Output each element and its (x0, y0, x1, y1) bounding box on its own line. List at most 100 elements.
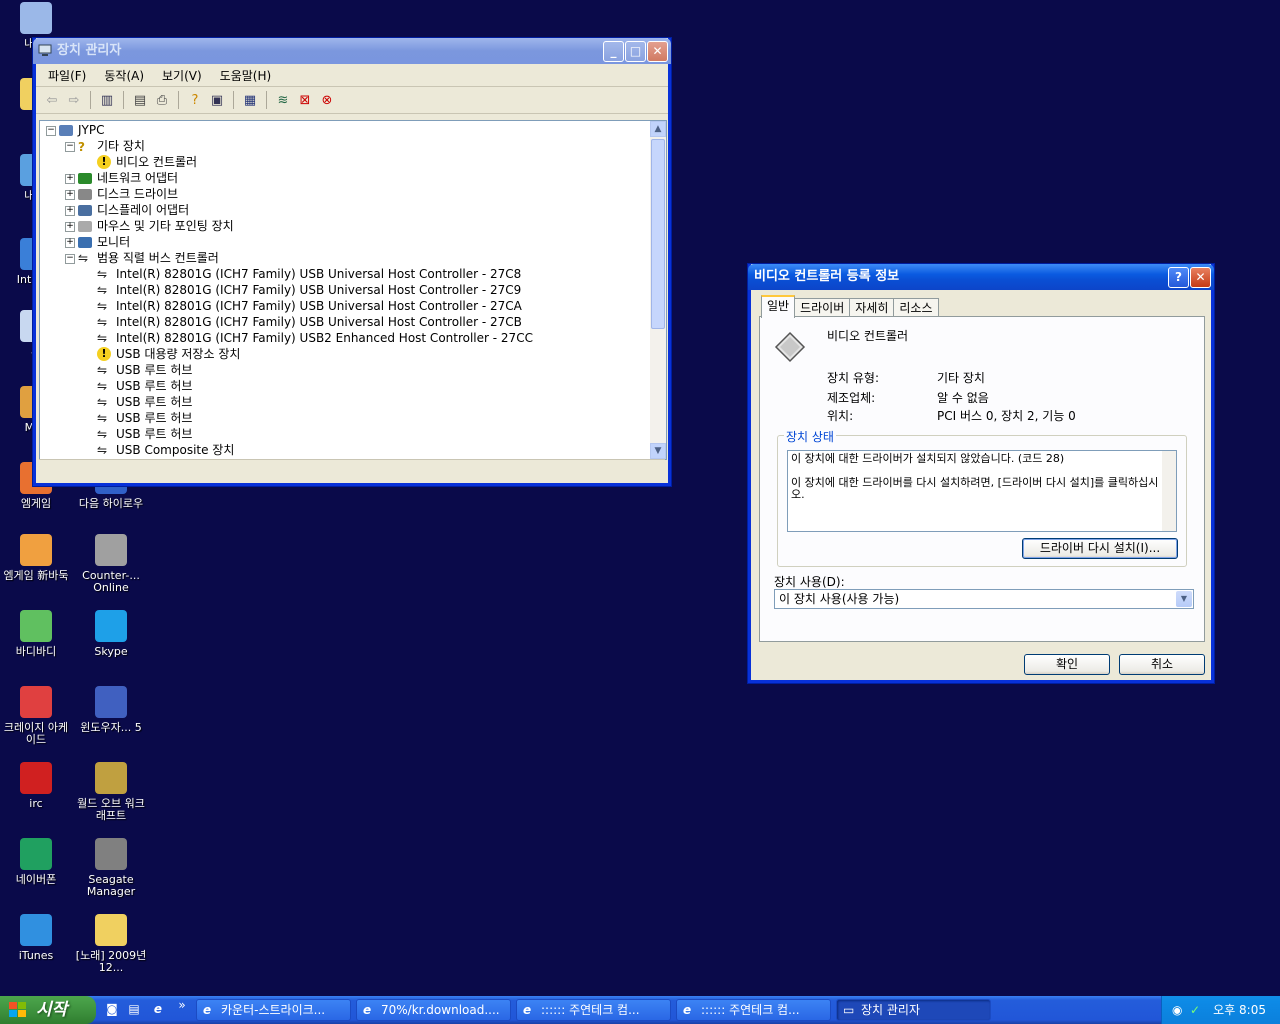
scroll-down-icon[interactable]: ▼ (650, 443, 666, 459)
desktop-icon[interactable]: 엠게임 新바둑 (0, 534, 72, 582)
tree-node[interactable]: ! USB 대용량 저장소 장치 (40, 346, 666, 362)
tab-details[interactable]: 자세히 (849, 298, 895, 317)
expand-icon[interactable]: + (65, 222, 75, 232)
tree-node[interactable]: + 네트워크 어댑터 (40, 170, 666, 186)
computer-icon (59, 125, 73, 136)
tree-node[interactable]: ⇋ Intel(R) 82801G (ICH7 Family) USB Unive… (40, 314, 666, 330)
scroll-up-icon[interactable]: ▲ (650, 121, 666, 137)
task-button-jooyon-2[interactable]: e:::::: 주연테크 컴... (676, 999, 831, 1021)
tree-node[interactable]: −? 기타 장치 (40, 138, 666, 154)
collapse-icon[interactable]: − (46, 126, 56, 136)
device-manager-titlebar[interactable]: 장치 관리자 _ □ ✕ (33, 38, 671, 64)
chevron-right-icon[interactable]: » (174, 998, 190, 1014)
task-button-download[interactable]: e 70%/kr.download.... (356, 999, 511, 1021)
back-icon[interactable]: ⇦ (42, 90, 62, 110)
view-icon[interactable]: ▣ (207, 90, 227, 110)
tab-general[interactable]: 일반 (761, 295, 796, 318)
usb-icon: ⇋ (97, 299, 108, 313)
collapse-icon[interactable]: − (65, 254, 75, 264)
tree-node[interactable]: + 디스크 드라이브 (40, 186, 666, 202)
properties-titlebar[interactable]: 비디오 컨트롤러 등록 정보 ? ✕ (748, 264, 1214, 290)
maximize-button[interactable]: □ (625, 41, 646, 62)
scan-hardware-icon[interactable]: ▦ (240, 90, 260, 110)
minimize-button[interactable]: _ (603, 41, 624, 62)
tree-node[interactable]: ⇋ Intel(R) 82801G (ICH7 Family) USB Unive… (40, 266, 666, 282)
desktop-icon[interactable]: iTunes (0, 914, 72, 962)
desktop-icon[interactable]: Counter-... Online (75, 534, 147, 594)
expand-icon[interactable]: + (65, 238, 75, 248)
task-label: :::::: 주연테크 컴... (541, 1003, 640, 1017)
task-button-counter-strike[interactable]: e 카운터-스트라이크... (196, 999, 351, 1021)
menu-help[interactable]: 도움말(H) (214, 67, 278, 84)
show-hide-tree-icon[interactable]: ▥ (97, 90, 117, 110)
desktop-icon[interactable]: 크레이지 아케이드 (0, 686, 72, 746)
update-driver-icon[interactable]: ≋ (273, 90, 293, 110)
menu-view[interactable]: 보기(V) (156, 67, 208, 84)
device-usage-select[interactable]: 이 장치 사용(사용 가능) ▼ (774, 589, 1194, 609)
disable-device-icon[interactable]: ⊠ (295, 90, 315, 110)
uninstall-device-icon[interactable]: ⊗ (317, 90, 337, 110)
tree-node[interactable]: + 디스플레이 어댑터 (40, 202, 666, 218)
task-button-jooyon-1[interactable]: e:::::: 주연테크 컴... (516, 999, 671, 1021)
usb-warning-icon: ! (97, 347, 111, 361)
quick-launch-icon[interactable]: ▤ (126, 1002, 142, 1018)
help-icon[interactable]: ? (185, 90, 205, 110)
expand-icon[interactable]: + (65, 174, 75, 184)
desktop-icon[interactable]: 윈도우자... 5 (75, 686, 147, 734)
device-status-textbox[interactable]: 이 장치에 대한 드라이버가 설치되지 않았습니다. (코드 28) 이 장치에… (787, 450, 1177, 532)
volume-icon[interactable]: ◉ (1172, 996, 1182, 1024)
tree-node-label: Intel(R) 82801G (ICH7 Family) USB2 Enhan… (116, 331, 533, 345)
expand-icon[interactable]: + (65, 190, 75, 200)
menu-action[interactable]: 동작(A) (98, 67, 150, 84)
tree-node[interactable]: ⇋ Intel(R) 82801G (ICH7 Family) USB Unive… (40, 298, 666, 314)
status-scrollbar[interactable] (1162, 451, 1176, 531)
desktop-icon[interactable]: Seagate Manager (75, 838, 147, 898)
desktop-icon[interactable]: Skype (75, 610, 147, 658)
tree-node[interactable]: ⇋ USB 루트 허브 (40, 394, 666, 410)
device-tree[interactable]: − JYPC −? 기타 장치! 비디오 컨트롤러 + 네트워크 어댑터 + 디스크 드라이브 +… (39, 120, 667, 460)
tree-node[interactable]: ⇋ USB 루트 허브 (40, 410, 666, 426)
collapse-icon[interactable]: − (65, 142, 75, 152)
tree-node[interactable]: ! 비디오 컨트롤러 (40, 154, 666, 170)
cancel-button[interactable]: 취소 (1119, 654, 1205, 675)
ok-button[interactable]: 확인 (1024, 654, 1110, 675)
tree-node[interactable]: + 마우스 및 기타 포인팅 장치 (40, 218, 666, 234)
tree-node[interactable]: ⇋ USB 루트 허브 (40, 426, 666, 442)
menu-file[interactable]: 파일(F) (42, 67, 92, 84)
device-name: 비디오 컨트롤러 (827, 329, 909, 343)
show-desktop-icon[interactable]: ◙ (104, 1002, 120, 1018)
tree-node[interactable]: ⇋ Intel(R) 82801G (ICH7 Family) USB Unive… (40, 282, 666, 298)
tree-node[interactable]: − JYPC (40, 122, 666, 138)
tree-node[interactable]: + 모니터 (40, 234, 666, 250)
chevron-down-icon[interactable]: ▼ (1176, 591, 1192, 607)
tree-node-label: Intel(R) 82801G (ICH7 Family) USB Univer… (116, 315, 522, 329)
tree-node[interactable]: ⇋ USB 루트 허브 (40, 362, 666, 378)
close-button[interactable]: ✕ (647, 41, 668, 62)
desktop-icon[interactable]: [노래] 2009년 12... (75, 914, 147, 974)
internet-explorer-icon[interactable]: e (150, 1002, 166, 1018)
start-button[interactable]: 시작 (0, 996, 96, 1024)
desktop-icon[interactable]: irc (0, 762, 72, 810)
scroll-thumb[interactable] (651, 139, 665, 329)
tab-driver[interactable]: 드라이버 (794, 298, 851, 317)
reinstall-driver-button[interactable]: 드라이버 다시 설치(I)... (1022, 538, 1178, 559)
tree-node[interactable]: ⇋ USB Composite 장치 (40, 442, 666, 458)
desktop-icon[interactable]: 월드 오브 워크래프트 (75, 762, 147, 822)
tab-resources[interactable]: 리소스 (893, 298, 939, 317)
help-button[interactable]: ? (1168, 267, 1189, 288)
desktop-icon[interactable]: 네이버폰 (0, 838, 72, 886)
close-button[interactable]: ✕ (1190, 267, 1211, 288)
print-icon[interactable]: ⎙ (152, 90, 172, 110)
application-icon (20, 610, 52, 642)
tree-node[interactable]: ⇋ USB 루트 허브 (40, 378, 666, 394)
tree-node[interactable]: − ⇋ 범용 직렬 버스 컨트롤러 (40, 250, 666, 266)
task-button-device-manager[interactable]: ▭ 장치 관리자 (836, 999, 991, 1021)
properties-icon[interactable]: ▤ (130, 90, 150, 110)
forward-icon[interactable]: ⇨ (64, 90, 84, 110)
desktop-icon[interactable]: 바디바디 (0, 610, 72, 658)
desktop-icon-label: Skype (94, 645, 128, 658)
tree-vertical-scrollbar[interactable]: ▲ ▼ (650, 121, 666, 459)
tree-node[interactable]: ⇋ Intel(R) 82801G (ICH7 Family) USB2 Enha… (40, 330, 666, 346)
network-icon[interactable]: ✓ (1190, 996, 1200, 1024)
expand-icon[interactable]: + (65, 206, 75, 216)
